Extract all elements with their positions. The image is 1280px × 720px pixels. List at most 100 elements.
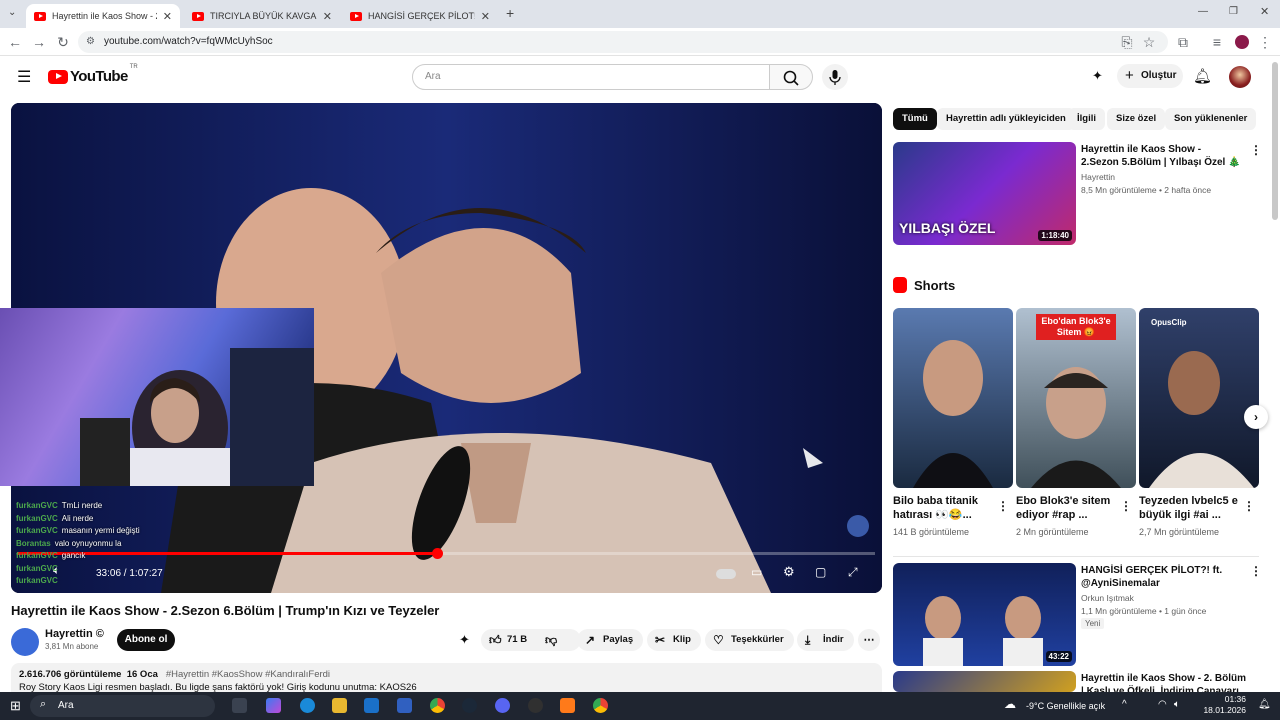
close-window-button[interactable]: ✕ [1260, 5, 1269, 18]
thanks-button[interactable]: ♡ Teşekkürler [705, 629, 794, 651]
hamburger-menu-icon[interactable]: ☰ [17, 67, 31, 87]
chip-related[interactable]: İlgili [1068, 108, 1105, 130]
more-options-icon[interactable]: ⋮ [1250, 564, 1262, 578]
download-button[interactable]: ⤓ İndir [797, 629, 854, 651]
channel-avatar[interactable] [11, 628, 39, 656]
forward-button[interactable]: → [30, 33, 48, 51]
profile-avatar[interactable] [1235, 35, 1249, 49]
file-explorer-icon[interactable] [332, 698, 347, 713]
clock[interactable]: 01:36 18.01.2026 [1196, 694, 1246, 716]
short-title[interactable]: Ebo Blok3'e sitem ediyor #rap ... [1016, 494, 1116, 522]
task-view-icon[interactable] [232, 698, 247, 713]
back-button[interactable]: ← [6, 33, 24, 51]
fullscreen-icon[interactable]: ⤢ [848, 565, 858, 580]
view-count: 2.616.706 görüntüleme [19, 669, 122, 680]
chip-for-you[interactable]: Size özel [1107, 108, 1166, 130]
youtube-logo[interactable]: YouTube TR [48, 64, 138, 85]
close-tab-icon[interactable]: ✕ [323, 10, 332, 23]
store-icon[interactable] [397, 698, 412, 713]
tab-search-icon[interactable]: ⌄ [8, 7, 16, 18]
short-title[interactable]: Teyzeden lvbelc5 e büyük ilgi #ai ... [1139, 494, 1239, 522]
clip-button[interactable]: ✂ Klip [647, 629, 701, 651]
thumbs-down-icon[interactable]: 👎︎ [545, 629, 557, 651]
channel-name[interactable]: Hayrettin © [45, 628, 104, 640]
voice-search-button[interactable] [822, 64, 848, 90]
notifications-icon[interactable]: 🔔︎ [1258, 699, 1271, 710]
settings-gear-icon[interactable]: ⚙ [783, 564, 795, 580]
chip-all[interactable]: Tümü [893, 108, 937, 130]
search-input[interactable]: Ara [412, 64, 770, 90]
short-thumbnail[interactable]: OpusClip [1139, 308, 1259, 488]
maximize-button[interactable]: ❐ [1229, 6, 1238, 17]
autoplay-toggle[interactable] [716, 569, 736, 579]
url-field[interactable]: ⚙ youtube.com/watch?v=fqWMcUyhSoc [78, 31, 1168, 53]
new-tab-button[interactable]: + [506, 5, 514, 21]
recommendation-thumbnail[interactable]: YILBAŞI ÖZEL 1:18:40 [893, 142, 1076, 245]
short-thumbnail[interactable]: Ebo'dan Blok3'e Sitem 😡 [1016, 308, 1136, 488]
taskbar-search[interactable]: ⌕ Ara [30, 695, 215, 717]
recommendation-thumbnail[interactable] [893, 671, 1076, 692]
ai-assistant-icon[interactable]: ✦ [1092, 68, 1103, 84]
chip-recent[interactable]: Son yüklenenler [1165, 108, 1257, 130]
streamer-webcam-overlay [0, 308, 314, 486]
search-icon: ⌕ [40, 698, 47, 710]
weather-text[interactable]: -9°C Genellikle açık [1026, 701, 1105, 711]
account-avatar[interactable] [1229, 66, 1251, 88]
site-info-icon[interactable]: ⚙ [86, 31, 95, 53]
short-thumbnail[interactable] [893, 308, 1013, 488]
share-button[interactable]: ↗ Paylaş [577, 629, 644, 651]
close-tab-icon[interactable]: ✕ [481, 10, 490, 23]
copilot-icon[interactable] [266, 698, 281, 713]
theater-mode-icon[interactable]: ▢ [815, 565, 826, 579]
extensions-icon[interactable]: ⧉ [1174, 33, 1192, 51]
more-actions-icon[interactable]: ⋯ [858, 629, 880, 651]
notifications-bell-icon[interactable]: 🔔︎ [1193, 67, 1212, 85]
hashtags[interactable]: #Hayrettin #KaosShow #KandıralıFerdi [166, 669, 330, 680]
search-button[interactable] [769, 64, 813, 90]
windows-start-icon[interactable]: ⊞ [10, 698, 21, 714]
recommendation-title[interactable]: Hayrettin ile Kaos Show - 2. Bölüm | Kas… [1081, 672, 1251, 692]
shorts-next-chevron-icon[interactable]: › [1244, 405, 1268, 429]
wifi-icon[interactable]: ◠ [1158, 699, 1167, 710]
obs-icon[interactable] [528, 698, 543, 713]
speaker-icon[interactable]: 🔈︎ [1174, 699, 1180, 710]
more-options-icon[interactable]: ⋮ [1120, 499, 1132, 513]
create-button[interactable]: + Oluştur [1117, 64, 1183, 88]
recommendation-channel[interactable]: Hayrettin [1081, 172, 1115, 182]
steam-icon[interactable] [462, 698, 477, 713]
reading-list-icon[interactable]: ≡ [1208, 33, 1226, 51]
youtube-favicon-icon [192, 11, 204, 21]
more-options-icon[interactable]: ⋮ [997, 499, 1009, 513]
chrome-active-icon[interactable] [593, 698, 608, 713]
chrome-icon[interactable] [430, 698, 445, 713]
like-dislike-button[interactable]: 👍︎ 71 B 👎︎ [481, 629, 581, 651]
browser-menu-icon[interactable]: ⋮ [1256, 33, 1274, 51]
short-title[interactable]: Bilo baba titanik hatırası 👀😂... [893, 494, 993, 522]
ai-summary-icon[interactable]: ✦ [459, 632, 470, 648]
bookmark-star-icon[interactable]: ☆ [1140, 33, 1158, 51]
recommendation-title[interactable]: Hayrettin ile Kaos Show - 2.Sezon 5.Bölü… [1081, 143, 1241, 169]
install-app-icon[interactable]: ⎘ [1118, 33, 1136, 51]
more-options-icon[interactable]: ⋮ [1250, 143, 1262, 157]
chip-from-uploader[interactable]: Hayrettin adlı yükleyiciden [937, 108, 1075, 130]
outlook-icon[interactable] [364, 698, 379, 713]
subscribe-button[interactable]: Abone ol [117, 629, 175, 651]
chat-line: furkanGVC TmLi nerde [16, 501, 103, 510]
page-scrollbar[interactable] [1272, 62, 1278, 220]
tab-hayrettin[interactable]: Hayrettin ile Kaos Show - 2.Sezon ✕ [26, 4, 180, 28]
soundcloud-icon[interactable] [560, 698, 575, 713]
tray-chevron-icon[interactable]: ^ [1122, 699, 1127, 710]
recommendation-channel[interactable]: Orkun Işıtmak [1081, 593, 1134, 603]
tab-hangisi[interactable]: HANGİSİ GERÇEK PİLOT!? ft. @ay ✕ [342, 4, 498, 28]
edge-icon[interactable] [300, 698, 315, 713]
recommendation-title[interactable]: HANGİSİ GERÇEK PİLOT?! ft. @AyniSinemala… [1081, 564, 1241, 590]
search-icon [783, 70, 799, 86]
reload-button[interactable]: ↻ [54, 33, 72, 51]
discord-icon[interactable] [495, 698, 510, 713]
minimize-button[interactable]: — [1198, 6, 1208, 17]
tab-tirciyla[interactable]: TIRCIYLA BÜYÜK KAVGA! Türkiy ✕ [184, 4, 340, 28]
subtitles-icon[interactable]: ▭ [751, 565, 762, 579]
close-tab-icon[interactable]: ✕ [163, 10, 172, 23]
recommendation-thumbnail[interactable]: 43:22 [893, 563, 1076, 666]
more-options-icon[interactable]: ⋮ [1243, 499, 1255, 513]
